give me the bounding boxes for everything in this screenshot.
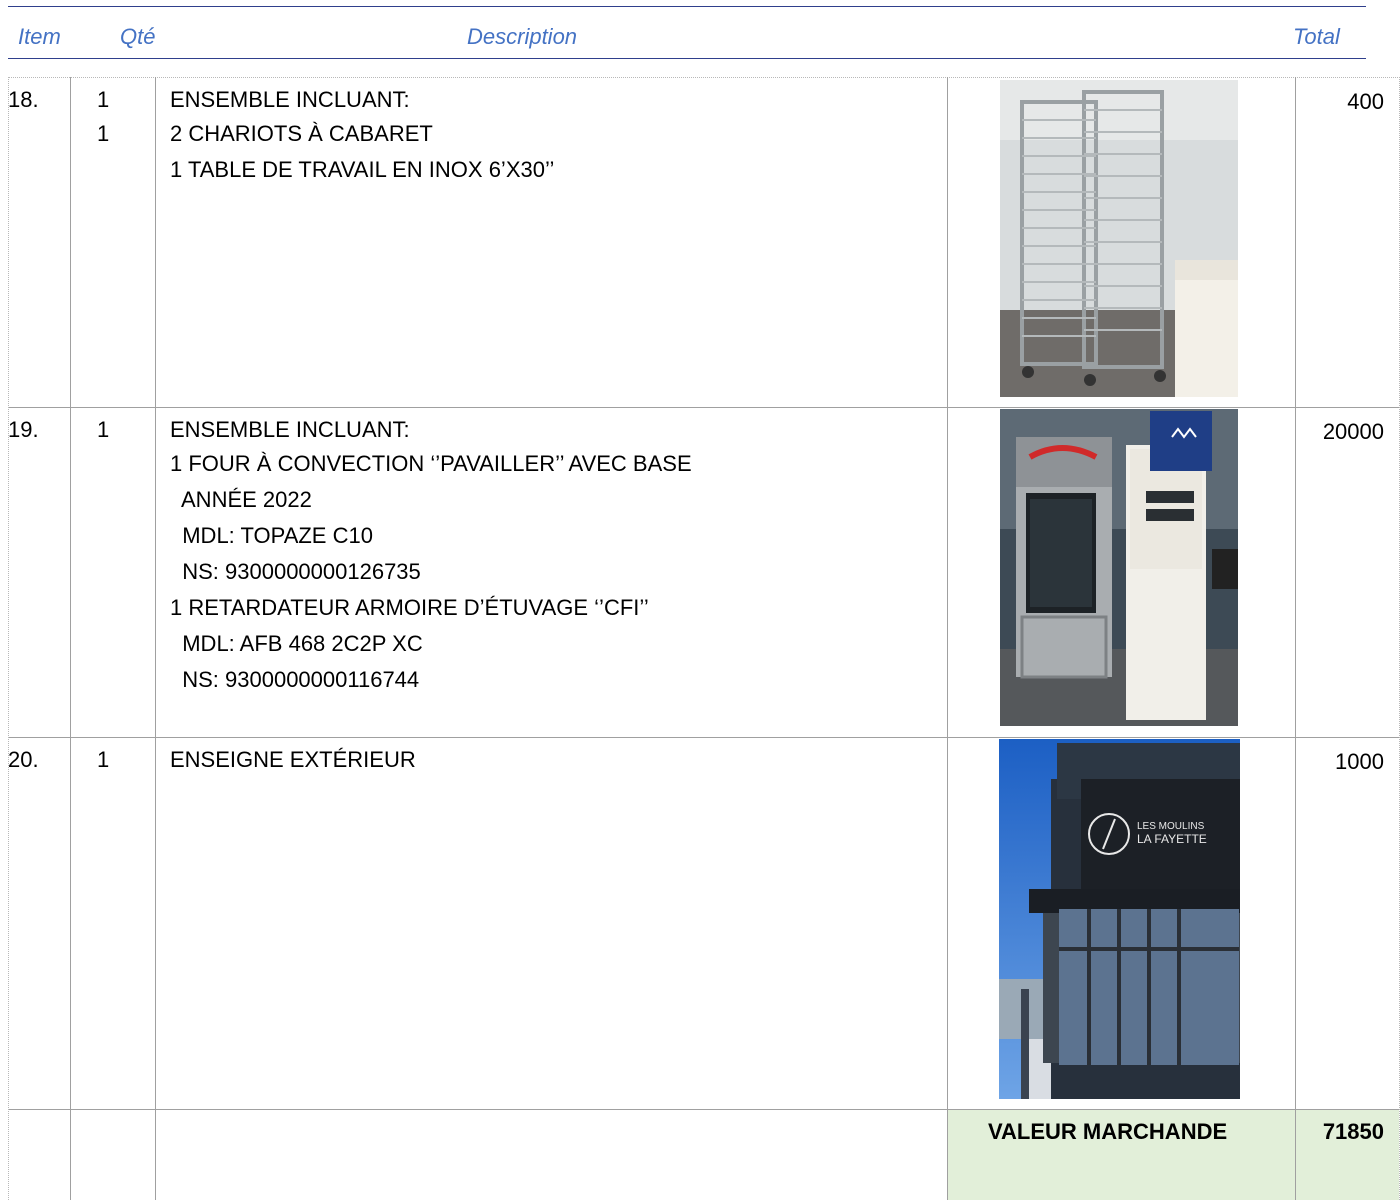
row-total: 400 — [1347, 89, 1384, 114]
quantity: 1 — [97, 121, 110, 146]
header-description: Description — [467, 24, 578, 49]
column-border — [155, 77, 156, 1200]
item-number: 20. — [8, 747, 39, 772]
header-total: Total — [1293, 24, 1340, 49]
description-line: MDL: TOPAZE C10 — [170, 523, 373, 548]
description-line: 1 TABLE DE TRAVAIL EN INOX 6’X30’’ — [170, 157, 555, 182]
column-border — [8, 77, 9, 1200]
storefront-sign-photo: LES MOULINS LA FAYETTE — [999, 739, 1240, 1099]
header-bottom-rule — [8, 58, 1366, 59]
item-number: 18. — [8, 87, 39, 112]
description-line: NS: 9300000000116744 — [170, 667, 420, 692]
column-border — [947, 77, 948, 1200]
header-top-rule — [8, 6, 1366, 7]
description-line: 1 FOUR À CONVECTION ‘’PAVAILLER’’ AVEC B… — [170, 451, 692, 476]
convection-oven-proofer-photo — [1000, 409, 1238, 726]
sign-text-line: LA FAYETTE — [1137, 832, 1207, 846]
column-border — [70, 77, 71, 1200]
description-line: 1 RETARDATEUR ARMOIRE D’ÉTUVAGE ‘’CFI’’ — [170, 595, 649, 620]
row-divider — [8, 737, 1400, 738]
quantity: 1 — [97, 747, 110, 772]
description-line: ENSEIGNE EXTÉRIEUR — [170, 747, 416, 772]
bakery-rack-carts-photo — [1000, 80, 1238, 397]
item-number: 19. — [8, 417, 39, 442]
header-item: Item — [18, 24, 61, 49]
description-line: ENSEMBLE INCLUANT: — [170, 87, 410, 112]
header-qty: Qté — [120, 24, 156, 49]
description-line: ANNÉE 2022 — [170, 487, 312, 512]
row-divider — [8, 407, 1400, 408]
market-value-label: VALEUR MARCHANDE — [988, 1119, 1228, 1144]
description-line: NS: 9300000000126735 — [170, 559, 421, 584]
table-top-border — [8, 77, 1400, 78]
market-value-total: 71850 — [1322, 1119, 1384, 1144]
sign-text-line: LES MOULINS — [1137, 821, 1205, 832]
description-line: ENSEMBLE INCLUANT: — [170, 417, 410, 442]
column-border — [1295, 77, 1296, 1200]
quantity: 1 — [97, 417, 110, 442]
row-total: 20000 — [1322, 419, 1384, 444]
description-line: MDL: AFB 468 2C2P XC — [170, 631, 423, 656]
description-line: 2 CHARIOTS À CABARET — [170, 121, 433, 146]
row-total: 1000 — [1335, 749, 1384, 774]
quantity: 1 — [97, 87, 110, 112]
